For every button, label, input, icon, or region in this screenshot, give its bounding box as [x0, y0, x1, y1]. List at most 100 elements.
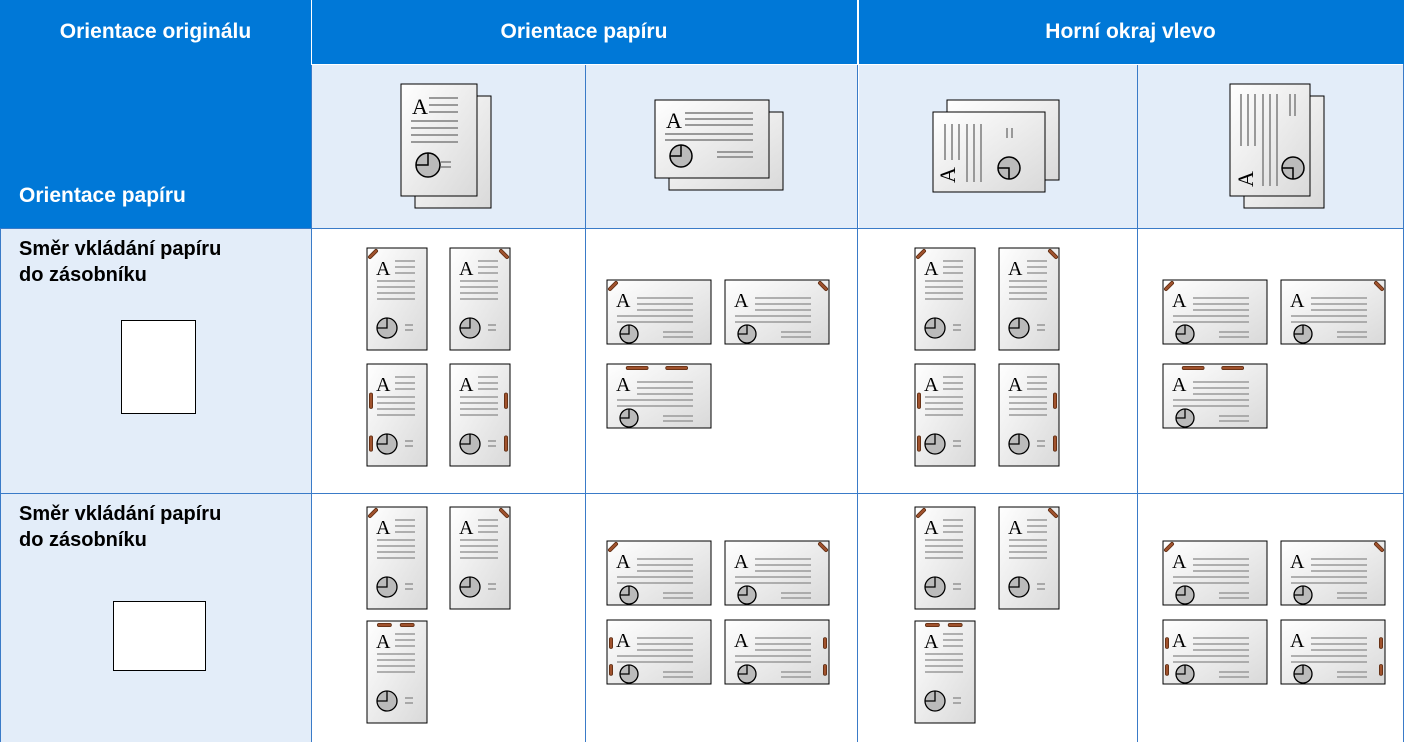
staple-page-icon: A [998, 363, 1060, 467]
page-glyph: A [924, 517, 939, 539]
subheader-landscape-cell: A [585, 64, 857, 228]
r2c3-staple-diagrams: A A A [914, 506, 1060, 724]
grid-line [311, 64, 312, 742]
staple-page-icon: A [606, 619, 712, 685]
grid-line [585, 64, 586, 742]
grid-line [311, 64, 1404, 65]
page-glyph: A [924, 374, 939, 396]
r1c3-cell: A A A A [857, 228, 1137, 493]
staple-page-icon: A [366, 620, 428, 724]
page-glyph: A [376, 258, 391, 280]
subheader-rotated-cell: A [857, 64, 1137, 228]
staple-page-icon: A [366, 506, 428, 610]
subheader-cell: Orientace papíru [0, 64, 311, 228]
stapling-table: Orientace originálu Orientace papíru Hor… [0, 0, 1404, 742]
r1c4-cell: A A A [1137, 228, 1404, 493]
staple-page-icon: A [606, 363, 712, 429]
page-glyph: A [924, 258, 939, 280]
staple-page-icon: A [724, 540, 830, 606]
page-glyph: A [1172, 551, 1187, 573]
staple-page-icon: A [606, 540, 712, 606]
staple-page-icon: A [366, 247, 428, 351]
r1c1-staple-diagrams: A A A A [366, 247, 511, 467]
r1c3-staple-diagrams: A A A A [914, 247, 1060, 467]
page-glyph: A [376, 374, 391, 396]
page-glyph: A [1008, 374, 1023, 396]
staple-page-icon: A [914, 247, 976, 351]
rotated-upright-pages-icon: A [1229, 83, 1325, 209]
r2c2-staple-diagrams: A A A A [606, 540, 830, 685]
staple-page-icon: A [724, 279, 830, 345]
page-glyph: A [376, 517, 391, 539]
staple-page-icon: A [1162, 619, 1268, 685]
r1c2-cell: A A A [585, 228, 857, 493]
landscape-pages-icon: A [654, 99, 784, 191]
staple-page-icon: A [1280, 619, 1386, 685]
staple-page-icon: A [914, 506, 976, 610]
staple-page-icon: A [998, 247, 1060, 351]
r2c4-cell: A A A A [1137, 493, 1404, 742]
portrait-tray-icon [121, 320, 196, 414]
header-top-edge-left: Horní okraj vlevo [857, 0, 1404, 64]
r2c1-staple-diagrams: A A A [366, 506, 511, 724]
r1c4-staple-diagrams: A A A [1162, 279, 1386, 429]
staple-page-icon: A [1162, 540, 1268, 606]
svg-text:A: A [412, 94, 428, 119]
staple-page-icon: A [724, 619, 830, 685]
r2c1-cell: A A A [311, 493, 585, 742]
subheader-portrait-cell: A [311, 64, 585, 228]
staple-page-icon: A [1162, 363, 1268, 429]
staple-page-icon: A [914, 620, 976, 724]
r2c3-cell: A A A [857, 493, 1137, 742]
r1c1-cell: A A A A [311, 228, 585, 493]
page-glyph: A [459, 517, 474, 539]
staple-page-icon: A [914, 363, 976, 467]
grid-line [0, 493, 1404, 494]
page-glyph: A [1172, 290, 1187, 312]
row2-header: Směr vkládání papíru do zásobníku [0, 493, 311, 742]
page-glyph: A [376, 631, 391, 653]
grid-line [0, 228, 1404, 229]
staple-page-icon: A [1280, 279, 1386, 345]
page-glyph: A [1172, 374, 1187, 396]
r2c2-cell: A A A A [585, 493, 857, 742]
page-glyph: A [616, 551, 631, 573]
staple-page-icon: A [449, 506, 511, 610]
page-glyph: A [459, 258, 474, 280]
header-original-orientation: Orientace originálu [0, 0, 311, 64]
staple-page-icon: A [449, 247, 511, 351]
staple-page-icon: A [1162, 279, 1268, 345]
svg-text:A: A [1233, 171, 1258, 187]
rotated-portrait-pages-icon: A [932, 99, 1060, 193]
page-glyph: A [1290, 551, 1305, 573]
page-glyph: A [734, 630, 749, 652]
landscape-tray-icon [113, 601, 206, 671]
page-glyph: A [734, 551, 749, 573]
page-glyph: A [616, 290, 631, 312]
grid-line [0, 228, 1, 742]
page-glyph: A [734, 290, 749, 312]
page-glyph: A [616, 630, 631, 652]
row1-header: Směr vkládání papíru do zásobníku [0, 228, 311, 493]
svg-text:A: A [666, 108, 682, 133]
r2c4-staple-diagrams: A A A A [1162, 540, 1386, 685]
page-glyph: A [459, 374, 474, 396]
row1-label: Směr vkládání papíru do zásobníku [19, 238, 222, 286]
page-glyph: A [1290, 630, 1305, 652]
staple-page-icon: A [1280, 540, 1386, 606]
portrait-pages-icon: A [400, 83, 492, 209]
subheader-upright-cell: A [1137, 64, 1404, 228]
staple-page-icon: A [606, 279, 712, 345]
page-glyph: A [616, 374, 631, 396]
staple-page-icon: A [449, 363, 511, 467]
grid-line [857, 64, 858, 742]
staple-page-icon: A [366, 363, 428, 467]
grid-line [311, 0, 312, 64]
r1c2-staple-diagrams: A A A [606, 279, 830, 429]
page-glyph: A [1008, 517, 1023, 539]
grid-line [1137, 64, 1138, 742]
page-glyph: A [1008, 258, 1023, 280]
svg-text:A: A [935, 167, 960, 183]
page-glyph: A [1290, 290, 1305, 312]
row2-label: Směr vkládání papíru do zásobníku [19, 503, 222, 551]
